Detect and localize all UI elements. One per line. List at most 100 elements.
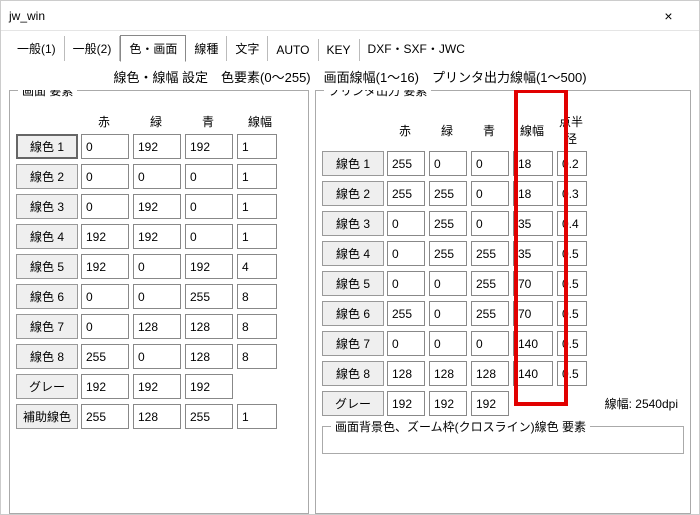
printer-color-7-button[interactable]: 線色 7 bbox=[322, 331, 384, 356]
printer-rad-5[interactable] bbox=[557, 271, 587, 296]
printer-gray-r-input[interactable] bbox=[387, 391, 425, 416]
screen-b-2[interactable] bbox=[185, 164, 233, 189]
screen-color-8-button[interactable]: 線色 8 bbox=[16, 344, 78, 369]
printer-g-1[interactable] bbox=[429, 151, 467, 176]
printer-lw-3[interactable] bbox=[513, 211, 553, 236]
printer-color-1-button[interactable]: 線色 1 bbox=[322, 151, 384, 176]
screen-lw-2[interactable] bbox=[237, 164, 277, 189]
screen-color-4-button[interactable]: 線色 4 bbox=[16, 224, 78, 249]
screen-lw-5[interactable] bbox=[237, 254, 277, 279]
printer-rad-2[interactable] bbox=[557, 181, 587, 206]
printer-b-8[interactable] bbox=[471, 361, 509, 386]
assist-g-input[interactable] bbox=[133, 404, 181, 429]
printer-rad-8[interactable] bbox=[557, 361, 587, 386]
screen-r-4[interactable] bbox=[81, 224, 129, 249]
assist-button[interactable]: 補助線色 bbox=[16, 404, 78, 429]
tab-2[interactable]: 色・画面 bbox=[120, 35, 186, 62]
assist-r-input[interactable] bbox=[81, 404, 129, 429]
screen-g-6[interactable] bbox=[133, 284, 181, 309]
screen-g-8[interactable] bbox=[133, 344, 181, 369]
screen-g-5[interactable] bbox=[133, 254, 181, 279]
printer-r-6[interactable] bbox=[387, 301, 425, 326]
printer-rad-3[interactable] bbox=[557, 211, 587, 236]
screen-b-8[interactable] bbox=[185, 344, 233, 369]
printer-lw-6[interactable] bbox=[513, 301, 553, 326]
screen-color-1-button[interactable]: 線色 1 bbox=[16, 134, 78, 159]
assist-b-input[interactable] bbox=[185, 404, 233, 429]
printer-g-7[interactable] bbox=[429, 331, 467, 356]
printer-rad-1[interactable] bbox=[557, 151, 587, 176]
printer-color-2-button[interactable]: 線色 2 bbox=[322, 181, 384, 206]
assist-lw-input[interactable] bbox=[237, 404, 277, 429]
printer-lw-5[interactable] bbox=[513, 271, 553, 296]
screen-b-6[interactable] bbox=[185, 284, 233, 309]
printer-r-3[interactable] bbox=[387, 211, 425, 236]
printer-color-6-button[interactable]: 線色 6 bbox=[322, 301, 384, 326]
screen-g-3[interactable] bbox=[133, 194, 181, 219]
printer-b-3[interactable] bbox=[471, 211, 509, 236]
screen-r-2[interactable] bbox=[81, 164, 129, 189]
printer-r-1[interactable] bbox=[387, 151, 425, 176]
printer-gray-button[interactable]: グレー bbox=[322, 391, 384, 416]
tab-7[interactable]: DXF・SXF・JWC bbox=[360, 36, 473, 61]
printer-rad-7[interactable] bbox=[557, 331, 587, 356]
gray-button[interactable]: グレー bbox=[16, 374, 78, 399]
printer-b-2[interactable] bbox=[471, 181, 509, 206]
screen-lw-1[interactable] bbox=[237, 134, 277, 159]
close-icon[interactable]: × bbox=[646, 1, 691, 31]
screen-r-3[interactable] bbox=[81, 194, 129, 219]
screen-color-6-button[interactable]: 線色 6 bbox=[16, 284, 78, 309]
screen-b-7[interactable] bbox=[185, 314, 233, 339]
printer-g-5[interactable] bbox=[429, 271, 467, 296]
tab-0[interactable]: 一般(1) bbox=[9, 36, 65, 61]
tab-5[interactable]: AUTO bbox=[268, 39, 318, 61]
screen-b-5[interactable] bbox=[185, 254, 233, 279]
printer-color-5-button[interactable]: 線色 5 bbox=[322, 271, 384, 296]
screen-r-1[interactable] bbox=[81, 134, 129, 159]
tab-3[interactable]: 線種 bbox=[186, 36, 227, 61]
printer-g-6[interactable] bbox=[429, 301, 467, 326]
printer-r-4[interactable] bbox=[387, 241, 425, 266]
gray-b-input[interactable] bbox=[185, 374, 233, 399]
printer-g-2[interactable] bbox=[429, 181, 467, 206]
printer-gray-g-input[interactable] bbox=[429, 391, 467, 416]
screen-g-2[interactable] bbox=[133, 164, 181, 189]
printer-lw-4[interactable] bbox=[513, 241, 553, 266]
screen-r-5[interactable] bbox=[81, 254, 129, 279]
screen-r-8[interactable] bbox=[81, 344, 129, 369]
screen-lw-6[interactable] bbox=[237, 284, 277, 309]
printer-b-6[interactable] bbox=[471, 301, 509, 326]
gray-r-input[interactable] bbox=[81, 374, 129, 399]
printer-rad-6[interactable] bbox=[557, 301, 587, 326]
printer-b-5[interactable] bbox=[471, 271, 509, 296]
printer-color-3-button[interactable]: 線色 3 bbox=[322, 211, 384, 236]
screen-lw-3[interactable] bbox=[237, 194, 277, 219]
screen-color-2-button[interactable]: 線色 2 bbox=[16, 164, 78, 189]
printer-b-1[interactable] bbox=[471, 151, 509, 176]
printer-b-4[interactable] bbox=[471, 241, 509, 266]
screen-r-7[interactable] bbox=[81, 314, 129, 339]
screen-lw-4[interactable] bbox=[237, 224, 277, 249]
screen-b-1[interactable] bbox=[185, 134, 233, 159]
tab-4[interactable]: 文字 bbox=[227, 36, 268, 61]
screen-lw-8[interactable] bbox=[237, 344, 277, 369]
printer-r-5[interactable] bbox=[387, 271, 425, 296]
screen-g-4[interactable] bbox=[133, 224, 181, 249]
screen-color-3-button[interactable]: 線色 3 bbox=[16, 194, 78, 219]
printer-g-3[interactable] bbox=[429, 211, 467, 236]
screen-g-7[interactable] bbox=[133, 314, 181, 339]
printer-lw-8[interactable] bbox=[513, 361, 553, 386]
tab-1[interactable]: 一般(2) bbox=[65, 36, 121, 61]
printer-rad-4[interactable] bbox=[557, 241, 587, 266]
printer-r-7[interactable] bbox=[387, 331, 425, 356]
printer-lw-1[interactable] bbox=[513, 151, 553, 176]
printer-g-8[interactable] bbox=[429, 361, 467, 386]
screen-b-3[interactable] bbox=[185, 194, 233, 219]
printer-lw-7[interactable] bbox=[513, 331, 553, 356]
screen-color-7-button[interactable]: 線色 7 bbox=[16, 314, 78, 339]
tab-6[interactable]: KEY bbox=[319, 39, 360, 61]
printer-g-4[interactable] bbox=[429, 241, 467, 266]
printer-color-8-button[interactable]: 線色 8 bbox=[322, 361, 384, 386]
printer-b-7[interactable] bbox=[471, 331, 509, 356]
printer-gray-b-input[interactable] bbox=[471, 391, 509, 416]
